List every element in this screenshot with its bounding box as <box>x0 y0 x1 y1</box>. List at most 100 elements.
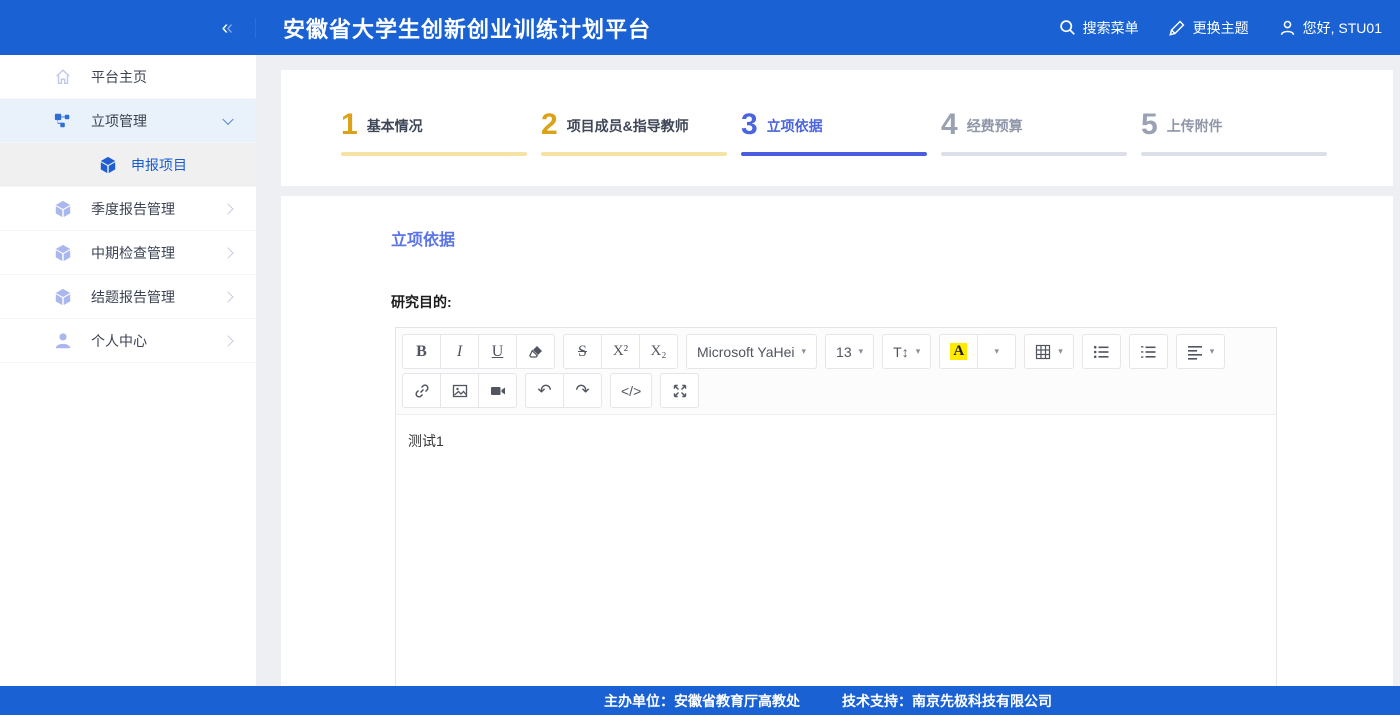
font-family-group: Microsoft YaHei ▾ <box>686 334 817 369</box>
line-height-icon: T↕ <box>893 344 909 360</box>
editor-toolbar: B I U S X² X₂ Microsoft YaHe <box>396 328 1276 415</box>
step-underline <box>941 152 1127 156</box>
step-underline <box>1141 152 1327 156</box>
step-basic-info[interactable]: 1基本情况 <box>341 110 541 156</box>
footer-host: 主办单位：安徽省教育厅高教处 <box>604 691 800 711</box>
sidebar-item-quarterly-report[interactable]: 季度报告管理 <box>0 187 256 231</box>
font-color-group: A ▾ <box>939 334 1016 369</box>
step-label: 项目成员&指导教师 <box>567 116 689 136</box>
theme-brush-icon <box>1169 19 1186 36</box>
footer-support: 技术支持：南京先极科技有限公司 <box>842 691 1052 711</box>
sidebar-item-personal-center[interactable]: 个人中心 <box>0 319 256 363</box>
search-menu-label: 搜索菜单 <box>1083 18 1139 38</box>
align-left-icon <box>1187 344 1203 360</box>
sidebar-item-declare-project[interactable]: 申报项目 <box>0 143 256 187</box>
app-footer: 主办单位：安徽省教育厅高教处 技术支持：南京先极科技有限公司 <box>0 686 1400 715</box>
chevron-right-icon <box>222 335 233 346</box>
cube-icon <box>54 288 72 306</box>
caret-down-icon: ▾ <box>1058 346 1063 357</box>
change-theme-button[interactable]: 更换主题 <box>1169 18 1249 38</box>
ol-group <box>1129 334 1168 369</box>
step-underline <box>541 152 727 156</box>
ul-group <box>1082 334 1121 369</box>
research-purpose-label: 研究目的: <box>391 292 1393 312</box>
step-project-basis[interactable]: 3立项依据 <box>741 110 941 156</box>
font-size-value: 13 <box>836 344 852 360</box>
subscript-button[interactable]: X₂ <box>639 334 678 369</box>
insert-link-button[interactable] <box>402 373 441 408</box>
footer-text: 主办单位：安徽省教育厅高教处 技术支持：南京先极科技有限公司 <box>256 691 1400 711</box>
video-icon <box>490 383 506 399</box>
cube-icon <box>99 156 117 174</box>
sidebar-item-midterm-check[interactable]: 中期检查管理 <box>0 231 256 275</box>
person-icon <box>54 332 72 350</box>
script-group: S X² X₂ <box>563 334 678 369</box>
sidebar-item-project-mgmt[interactable]: 立项管理 <box>0 99 256 143</box>
editor-content[interactable]: 测试1 <box>396 415 1276 695</box>
fullscreen-button[interactable] <box>660 373 699 408</box>
bold-button[interactable]: B <box>402 334 441 369</box>
chevron-right-icon <box>222 291 233 302</box>
redo-button[interactable]: ↷ <box>563 373 602 408</box>
sidebar-item-label: 平台主页 <box>91 67 147 87</box>
font-color-button[interactable]: A <box>939 334 978 369</box>
sidebar: 平台主页 立项管理 申报项目 季度报告管理 中期检查管理 结题报告管理 个人中心 <box>0 55 256 686</box>
chevron-right-icon <box>222 203 233 214</box>
fullscreen-icon <box>672 383 688 399</box>
font-family-dropdown[interactable]: Microsoft YaHei ▾ <box>686 334 817 369</box>
step-number: 1 <box>341 110 358 140</box>
caret-down-icon: ▾ <box>916 346 921 357</box>
sidebar-item-final-report[interactable]: 结题报告管理 <box>0 275 256 319</box>
font-color-dropdown[interactable]: ▾ <box>977 334 1016 369</box>
font-size-dropdown[interactable]: 13 ▾ <box>825 334 874 369</box>
step-members-advisors[interactable]: 2项目成员&指导教师 <box>541 110 741 156</box>
step-label: 上传附件 <box>1167 116 1223 136</box>
italic-button[interactable]: I <box>440 334 479 369</box>
eraser-icon <box>528 344 544 360</box>
insert-image-button[interactable] <box>440 373 479 408</box>
sidebar-item-home[interactable]: 平台主页 <box>0 55 256 99</box>
history-group: ↶ ↷ <box>525 373 602 408</box>
step-upload-attachments[interactable]: 5上传附件 <box>1141 110 1341 156</box>
wizard-steps: 1基本情况 2项目成员&指导教师 3立项依据 4经费预算 5上传附件 <box>281 70 1393 156</box>
sidebar-item-label: 中期检查管理 <box>91 243 175 263</box>
caret-down-icon: ▾ <box>802 346 807 357</box>
search-menu-button[interactable]: 搜索菜单 <box>1059 18 1139 38</box>
table-dropdown[interactable]: ▾ <box>1024 334 1074 369</box>
insert-video-button[interactable] <box>478 373 517 408</box>
line-height-dropdown[interactable]: T↕ ▾ <box>882 334 931 369</box>
ordered-list-button[interactable] <box>1129 334 1168 369</box>
highlight-color-icon: A <box>950 343 967 360</box>
undo-button[interactable]: ↶ <box>525 373 564 408</box>
change-theme-label: 更换主题 <box>1193 18 1249 38</box>
sidebar-item-label: 立项管理 <box>91 111 147 131</box>
bullet-list-icon <box>1093 344 1109 360</box>
strikethrough-button[interactable]: S <box>563 334 602 369</box>
step-budget[interactable]: 4经费预算 <box>941 110 1141 156</box>
code-view-button[interactable]: </> <box>610 373 652 408</box>
sidebar-item-label: 季度报告管理 <box>91 199 175 219</box>
unordered-list-button[interactable] <box>1082 334 1121 369</box>
link-icon <box>414 383 430 399</box>
paragraph-align-dropdown[interactable]: ▾ <box>1176 334 1226 369</box>
font-family-value: Microsoft YaHei <box>697 344 795 360</box>
sidebar-collapse-icon[interactable]: ‹‹ <box>222 18 231 38</box>
step-underline <box>341 152 527 156</box>
clear-format-button[interactable] <box>516 334 555 369</box>
sidebar-item-label: 申报项目 <box>131 155 187 175</box>
wizard-card: 1基本情况 2项目成员&指导教师 3立项依据 4经费预算 5上传附件 <box>281 70 1393 186</box>
superscript-button[interactable]: X² <box>601 334 640 369</box>
insert-group <box>402 373 517 408</box>
cube-icon <box>54 200 72 218</box>
redo-icon: ↷ <box>575 382 589 399</box>
line-height-group: T↕ ▾ <box>882 334 931 369</box>
user-menu[interactable]: 您好, STU01 <box>1279 18 1382 38</box>
main-area: 1基本情况 2项目成员&指导教师 3立项依据 4经费预算 5上传附件 立项依据 <box>256 55 1400 686</box>
codeview-group: </> <box>610 373 652 408</box>
undo-icon: ↶ <box>537 382 551 399</box>
step-number: 3 <box>741 110 758 140</box>
step-underline <box>741 152 927 156</box>
section-title: 立项依据 <box>391 226 1393 250</box>
underline-button[interactable]: U <box>478 334 517 369</box>
caret-down-icon: ▾ <box>994 346 999 357</box>
